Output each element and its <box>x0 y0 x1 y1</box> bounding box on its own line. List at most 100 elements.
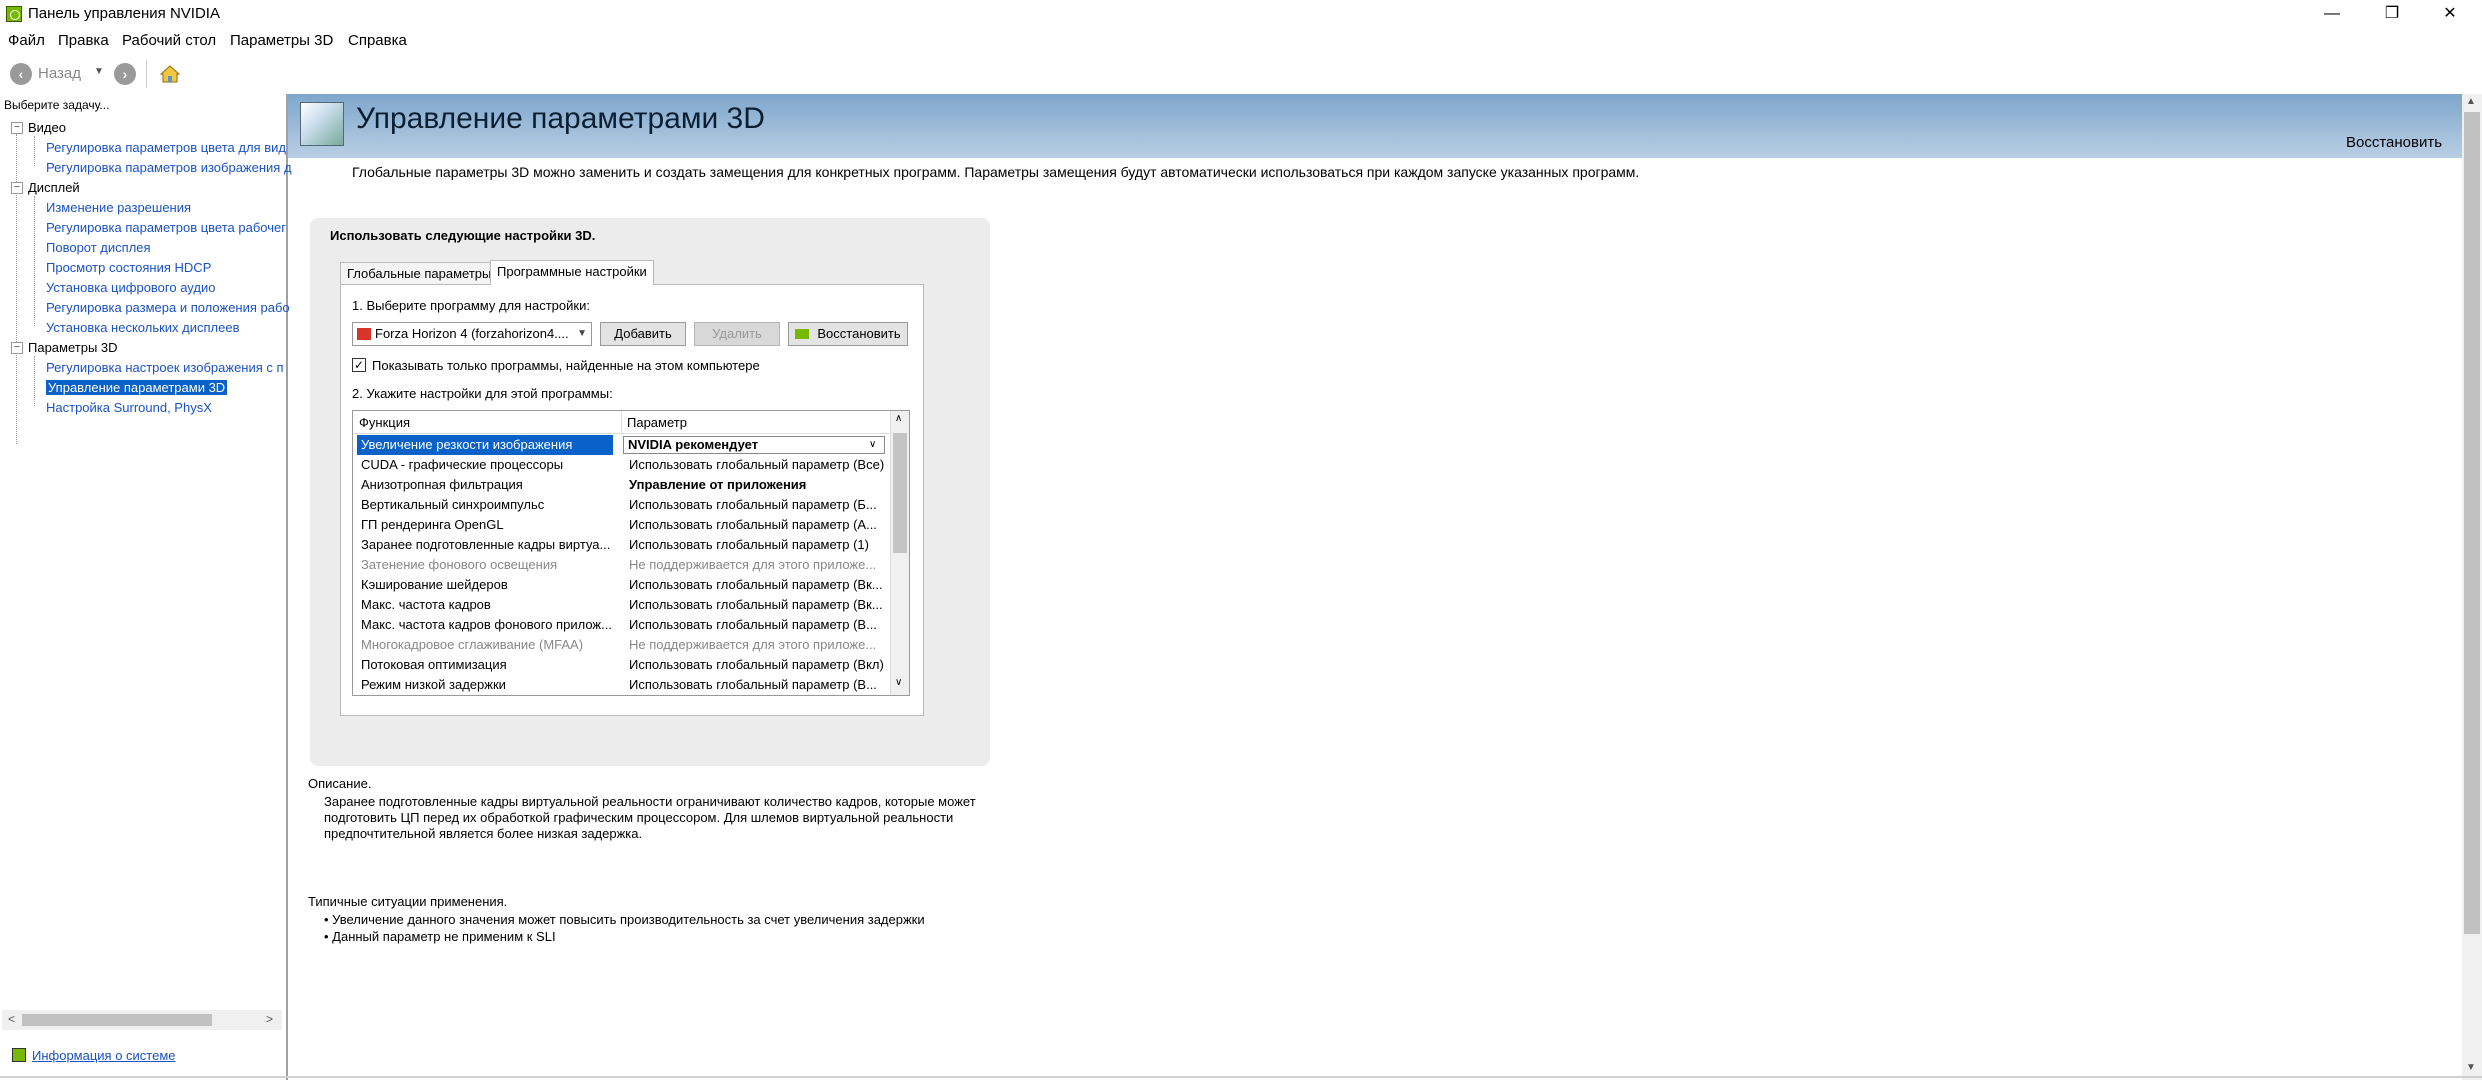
back-arrow-icon[interactable]: ‹ <box>10 63 32 85</box>
tree-category-display[interactable]: Дисплей <box>28 180 80 195</box>
toolbar: ‹ Назад ▼ › <box>0 54 2482 95</box>
row-function: Анизотропная фильтрация <box>361 477 523 492</box>
tree-item-resolution[interactable]: Изменение разрешения <box>46 200 191 215</box>
row-function: Кэширование шейдеров <box>361 577 508 592</box>
table-row[interactable]: Макс. частота кадров Использовать глобаль… <box>353 595 889 615</box>
show-found-programs-label[interactable]: Показывать только программы, найденные н… <box>372 358 760 373</box>
show-found-programs-checkbox[interactable]: ✓ <box>352 358 366 372</box>
home-icon[interactable] <box>158 62 182 86</box>
typical-usage-item: • Увеличение данного значения может повы… <box>324 912 925 927</box>
table-row[interactable]: Увеличение резкости изображения NVIDIA р… <box>353 435 889 455</box>
table-row[interactable]: CUDA - графические процессоры Использоват… <box>353 455 889 475</box>
table-row[interactable]: Заранее подготовленные кадры виртуа... Ис… <box>353 535 889 555</box>
tree-item-multi-display[interactable]: Установка нескольких дисплеев <box>46 320 240 335</box>
toolbar-divider <box>146 60 147 88</box>
chevron-down-icon: ▼ <box>577 328 587 339</box>
menu-help[interactable]: Справка <box>348 32 407 49</box>
column-divider <box>621 411 622 433</box>
table-row[interactable]: ГП рендеринга OpenGL Использовать глобаль… <box>353 515 889 535</box>
3d-settings-icon <box>300 102 344 146</box>
row-function: Вертикальный синхроимпульс <box>361 497 545 512</box>
main-scroll-thumb[interactable] <box>2464 112 2480 934</box>
forza-icon <box>357 328 371 340</box>
tree-item-desktop-color[interactable]: Регулировка параметров цвета рабочег <box>46 220 286 235</box>
menu-desktop[interactable]: Рабочий стол <box>122 32 216 49</box>
system-info-icon[interactable] <box>12 1048 26 1062</box>
tree-item-surround-physx[interactable]: Настройка Surround, PhysX <box>46 400 212 415</box>
collapse-icon[interactable]: − <box>11 182 23 194</box>
page-description: Глобальные параметры 3D можно заменить и… <box>352 164 1640 180</box>
menu-file[interactable]: Файл <box>8 32 45 49</box>
table-row[interactable]: Потоковая оптимизация Использовать глобал… <box>353 655 889 675</box>
row-function: Увеличение резкости изображения <box>357 435 613 455</box>
add-program-button[interactable]: Добавить <box>600 322 686 346</box>
minimize-button[interactable]: — <box>2302 0 2362 30</box>
tree-category-video[interactable]: Видео <box>28 120 66 135</box>
tree-item-manage-3d[interactable]: Управление параметрами 3D <box>46 380 228 395</box>
row-function: Заранее подготовленные кадры виртуа... <box>361 537 611 552</box>
scroll-up-icon[interactable]: ∧ <box>895 413 902 424</box>
back-dropdown-icon[interactable]: ▼ <box>94 66 104 77</box>
description-body: Заранее подготовленные кадры виртуальной… <box>324 794 976 841</box>
row-value: Использовать глобальный параметр (Вк... <box>629 597 883 612</box>
table-scroll-thumb[interactable] <box>893 433 907 553</box>
tree-item-rotate[interactable]: Поворот дисплея <box>46 240 151 255</box>
row-value: Управление от приложения <box>629 477 807 492</box>
table-row[interactable]: Кэширование шейдеров Использовать глобаль… <box>353 575 889 595</box>
scroll-up-icon[interactable]: ▲ <box>2466 96 2476 107</box>
back-button-label[interactable]: Назад <box>38 65 81 82</box>
restore-program-button[interactable]: Восстановить <box>788 322 908 346</box>
row-value: Не поддерживается для этого приложе... <box>629 637 877 652</box>
scroll-left-icon[interactable]: < <box>8 1012 15 1026</box>
column-header-parameter[interactable]: Параметр <box>627 415 687 430</box>
restore-defaults-link[interactable]: Восстановить <box>2346 134 2442 151</box>
table-row[interactable]: Затенение фонового освещения Не поддержив… <box>353 555 889 575</box>
column-header-function[interactable]: Функция <box>359 415 410 430</box>
maximize-button[interactable]: ❐ <box>2362 0 2422 30</box>
system-info-link[interactable]: Информация о системе <box>32 1048 176 1063</box>
menu-edit[interactable]: Правка <box>58 32 109 49</box>
tree-item-3d-preview[interactable]: Регулировка настроек изображения с п <box>46 360 284 375</box>
table-row[interactable]: Анизотропная фильтрация Управление от при… <box>353 475 889 495</box>
row-value: Не поддерживается для этого приложе... <box>629 557 877 572</box>
tree-item-video-image[interactable]: Регулировка параметров изображения д <box>46 160 292 175</box>
menu-3d-settings[interactable]: Параметры 3D <box>230 32 333 49</box>
tab-global-settings[interactable]: Глобальные параметры <box>340 262 499 285</box>
scroll-down-icon[interactable]: ∨ <box>895 677 902 688</box>
nvidia-logo-icon <box>795 329 809 339</box>
chevron-down-icon[interactable]: ∨ <box>869 435 876 455</box>
tree-item-video-color[interactable]: Регулировка параметров цвета для вид <box>46 140 286 155</box>
close-button[interactable]: ✕ <box>2420 0 2480 30</box>
settings-table: Функция Параметр Увеличение резкости изо… <box>352 410 910 696</box>
scroll-down-icon[interactable]: ▼ <box>2466 1062 2476 1073</box>
forward-arrow-icon[interactable]: › <box>114 63 136 85</box>
row-value-dropdown[interactable]: NVIDIA рекомендует <box>623 436 885 454</box>
nvidia-logo-icon <box>6 6 22 22</box>
delete-program-button[interactable]: Удалить <box>694 322 780 346</box>
table-row[interactable]: Макс. частота кадров фонового прилож... И… <box>353 615 889 635</box>
table-row[interactable]: Вертикальный синхроимпульс Использовать г… <box>353 495 889 515</box>
tree-item-hdcp[interactable]: Просмотр состояния HDCP <box>46 260 211 275</box>
tree-item-desktop-size[interactable]: Регулировка размера и положения рабо <box>46 300 290 315</box>
row-function: Многокадровое сглаживание (MFAA) <box>361 637 584 652</box>
scroll-right-icon[interactable]: > <box>266 1012 273 1026</box>
tree-category-3d[interactable]: Параметры 3D <box>28 340 118 355</box>
program-select[interactable]: Forza Horizon 4 (forzahorizon4.... ▼ <box>352 322 592 346</box>
row-value: Использовать глобальный параметр (А... <box>629 517 877 532</box>
row-value: Использовать глобальный параметр (Вк... <box>629 577 883 592</box>
title-bar: Панель управления NVIDIA — ❐ ✕ <box>0 0 2482 30</box>
table-row[interactable]: Многокадровое сглаживание (MFAA) Не подде… <box>353 635 889 655</box>
task-tree-header: Выберите задачу... <box>4 98 110 112</box>
collapse-icon[interactable]: − <box>11 342 23 354</box>
tab-program-settings[interactable]: Программные настройки <box>490 260 654 285</box>
tree-item-audio[interactable]: Установка цифрового аудио <box>46 280 215 295</box>
sidebar-scroll-thumb[interactable] <box>22 1014 212 1026</box>
row-value: Использовать глобальный параметр (В... <box>629 677 877 692</box>
row-function: Затенение фонового освещения <box>361 557 558 572</box>
row-value: Использовать глобальный параметр (Вкл) <box>629 657 884 672</box>
table-row[interactable]: Режим низкой задержки Использовать глобал… <box>353 675 889 695</box>
menu-bar: Файл Правка Рабочий стол Параметры 3D Сп… <box>0 30 2482 54</box>
table-scrollbar[interactable]: ∧ ∨ <box>890 411 909 695</box>
row-value: Использовать глобальный параметр (1) <box>629 537 869 552</box>
collapse-icon[interactable]: − <box>11 122 23 134</box>
